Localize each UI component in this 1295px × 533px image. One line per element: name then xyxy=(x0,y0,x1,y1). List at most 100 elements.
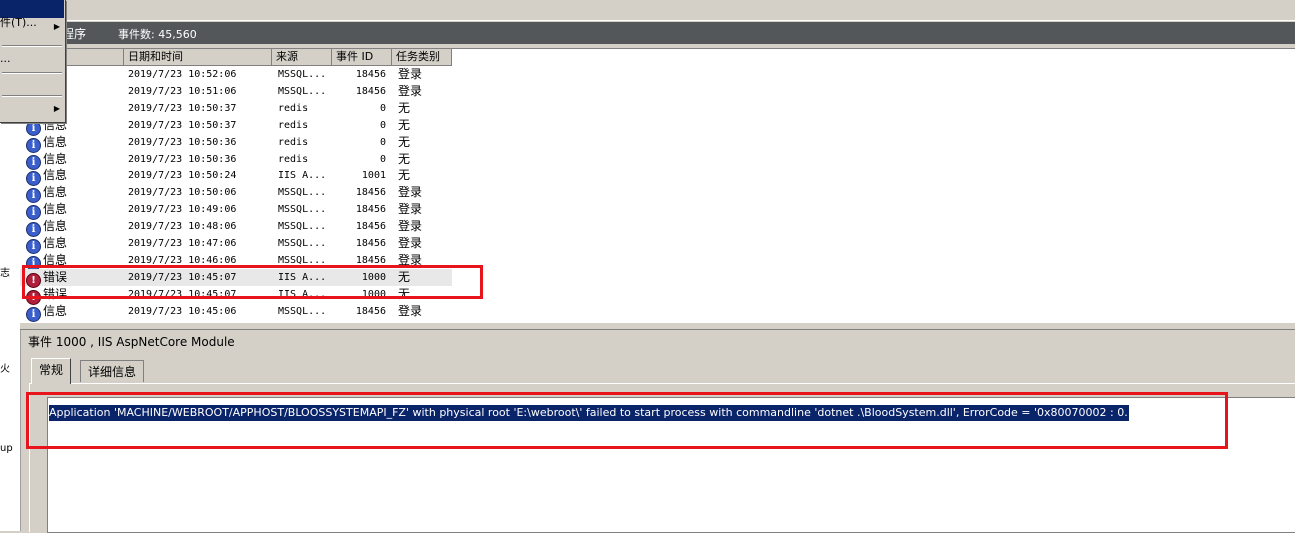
cell-datetime: 2019/7/23 10:45:07 xyxy=(128,271,237,283)
cell-datetime: 2019/7/23 10:47:06 xyxy=(128,238,237,249)
table-row[interactable]: i信息2019/7/23 10:50:37redis0无 xyxy=(20,117,452,136)
cell-task-category: 无 xyxy=(398,117,411,132)
cell-task-category: 登录 xyxy=(398,236,423,250)
cell-level: i信息 xyxy=(26,134,67,153)
tab-details[interactable]: 详细信息 xyxy=(80,360,145,382)
cell-datetime: 2019/7/23 10:52:06 xyxy=(128,69,237,80)
column-header-source[interactable]: 来源 xyxy=(272,49,332,65)
cell-level: i信息 xyxy=(26,184,67,204)
menu-item-task[interactable]: 件(T)... ▶ xyxy=(0,14,64,32)
menu-separator xyxy=(2,72,62,74)
table-row[interactable]: i 信息 2019/7/23 10:49:06 MSSQL... 18456 登录 xyxy=(20,201,452,221)
event-count: 事件数: 45,560 xyxy=(118,28,197,41)
cell-source: MSSQL... xyxy=(278,69,327,80)
table-row[interactable]: i 信息 2019/7/23 10:46:06 MSSQL... 18456 登录 xyxy=(20,252,452,271)
menu-separator xyxy=(2,45,62,47)
table-row[interactable]: i 信息 2019/7/23 10:50:36 redis 0 无 xyxy=(20,151,452,170)
level-label: 错误 xyxy=(43,269,68,284)
cell-event-id: 1000 xyxy=(361,271,386,283)
cell-event-id: 0 xyxy=(379,102,386,114)
cell-datetime: 2019/7/23 10:50:37 xyxy=(128,119,237,131)
event-message-text[interactable]: Application 'MACHINE/WEBROOT/APPHOST/BLO… xyxy=(49,405,1129,421)
table-row[interactable]: ! 错误 2019/7/23 10:45:07 IIS A... 1000 无 xyxy=(20,286,452,305)
cell-task-category: 登录 xyxy=(398,185,423,200)
level-label: 信息 xyxy=(43,252,68,267)
table-row[interactable]: i 信息 2019/7/23 10:48:06 MSSQL... 18456 登录 xyxy=(20,218,452,238)
cell-level: i信息 xyxy=(26,201,67,221)
submenu-arrow-icon: ▶ xyxy=(53,104,60,113)
cell-task-category: 登录 xyxy=(398,252,423,267)
cell-level: i信息 xyxy=(26,218,68,238)
cell-task-category: 无 xyxy=(398,100,411,115)
cell-event-id: 0 xyxy=(379,119,386,131)
table-row[interactable]: i 信息 2019/7/23 10:47:06 MSSQL... 18456 登录 xyxy=(20,235,452,254)
event-message-box[interactable]: Application 'MACHINE/WEBROOT/APPHOST/BLO… xyxy=(47,397,1295,533)
toolbar-area xyxy=(20,0,1295,21)
menu-item-ellipsis[interactable]: ... xyxy=(0,50,64,68)
cell-task-category: 登录 xyxy=(398,83,423,98)
level-label: 信息 xyxy=(43,219,68,234)
pane-splitter[interactable] xyxy=(20,322,1295,330)
cell-event-id: 18456 xyxy=(355,254,386,266)
cell-datetime: 2019/7/23 10:45:06 xyxy=(128,305,237,317)
cell-task-category: 登录 xyxy=(398,219,423,234)
cell-source: MSSQL... xyxy=(278,204,327,216)
level-label: 信息 xyxy=(43,151,68,166)
cell-task-category: 无 xyxy=(398,134,411,149)
cell-event-id: 0 xyxy=(379,136,386,148)
cell-event-id: 18456 xyxy=(355,69,386,80)
menu-separator xyxy=(2,95,62,97)
column-header-row: 日期和时间 来源 事件 ID 任务类别 xyxy=(20,49,452,66)
tree-item-fragment[interactable]: up xyxy=(0,443,13,454)
cell-datetime: 2019/7/23 10:51:06 xyxy=(128,85,237,97)
event-list[interactable]: 日期和时间 来源 事件 ID 任务类别 i信息 2019/7/23 10:52:0… xyxy=(20,48,1295,323)
cell-source: MSSQL... xyxy=(278,254,327,266)
table-row[interactable]: i 信息 2019/7/23 10:50:06 MSSQL... 18456 登录 xyxy=(20,184,452,204)
table-row[interactable]: i 信息 2019/7/23 10:45:06 MSSQL... 18456 登录 xyxy=(20,303,452,322)
cell-datetime: 2019/7/23 10:48:06 xyxy=(128,221,237,233)
cell-datetime: 2019/7/23 10:46:06 xyxy=(128,254,237,266)
cell-event-id: 1000 xyxy=(361,288,386,300)
cell-level: i信息 xyxy=(26,303,68,322)
menu-item-submenu[interactable]: ▶ xyxy=(0,100,64,118)
tree-item-fragment[interactable]: 志 xyxy=(0,264,10,279)
level-label: 信息 xyxy=(43,303,68,318)
table-row[interactable]: i信息2019/7/23 10:52:06MSSQL...18456登录 xyxy=(20,66,452,85)
event-detail-title: 事件 1000 , IIS AspNetCore Module xyxy=(28,335,235,349)
cell-source: MSSQL... xyxy=(278,85,327,97)
cell-source: MSSQL... xyxy=(278,305,327,317)
context-menu: 件(T)... ▶ ... ▶ xyxy=(0,0,66,123)
cell-source: IIS A... xyxy=(278,170,327,182)
table-row[interactable]: i 信息 2019/7/23 10:50:36 redis 0 无 xyxy=(20,134,452,153)
cell-event-id: 18456 xyxy=(355,204,386,216)
cell-source: redis xyxy=(278,153,309,165)
tree-item-fragment[interactable]: 火 xyxy=(0,360,10,375)
cell-event-id: 18456 xyxy=(355,305,386,317)
cell-task-category: 无 xyxy=(398,168,411,183)
level-label: 信息 xyxy=(43,168,68,183)
table-row[interactable]: i信息2019/7/23 10:51:06MSSQL...18456登录 xyxy=(20,83,452,102)
cell-source: MSSQL... xyxy=(278,187,327,199)
cell-datetime: 2019/7/23 10:50:36 xyxy=(128,153,237,165)
tab-general[interactable]: 常规 xyxy=(31,358,72,384)
column-header-event-id[interactable]: 事件 ID xyxy=(332,49,392,65)
cell-level: i信息 xyxy=(26,167,68,187)
cell-source: redis xyxy=(278,136,309,148)
cell-task-category: 登录 xyxy=(398,202,423,217)
cell-source: MSSQL... xyxy=(278,238,327,249)
table-row[interactable]: i 信息 2019/7/23 10:50:24 IIS A... 1001 无 xyxy=(20,167,452,187)
column-header-task-category[interactable]: 任务类别 xyxy=(392,49,452,65)
cell-datetime: 2019/7/23 10:50:36 xyxy=(128,136,237,148)
level-label: 信息 xyxy=(43,236,68,250)
cell-event-id: 1001 xyxy=(361,170,386,182)
column-header-datetime[interactable]: 日期和时间 xyxy=(124,49,272,65)
table-row[interactable]: ! 错误 2019/7/23 10:45:07 IIS A... 1000 无 xyxy=(20,268,452,288)
table-row[interactable]: i信息2019/7/23 10:50:37redis0无 xyxy=(20,100,452,119)
cell-level: i信息 xyxy=(26,252,68,271)
submenu-arrow-icon: ▶ xyxy=(53,22,60,31)
cell-level: ! 错误 xyxy=(26,286,67,305)
cell-datetime: 2019/7/23 10:50:37 xyxy=(128,102,237,114)
cell-task-category: 无 xyxy=(398,151,411,166)
cell-source: redis xyxy=(278,102,309,114)
cell-task-category: 无 xyxy=(398,286,411,301)
